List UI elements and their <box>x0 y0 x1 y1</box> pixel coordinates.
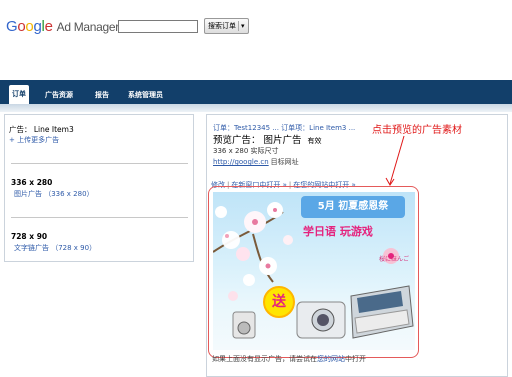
target-url-link[interactable]: http://google.cn <box>213 158 269 166</box>
creative-size: 336 x 280 <box>11 178 53 187</box>
upload-more-creatives-link[interactable]: + 上传更多广告 <box>9 135 59 145</box>
annotation-arrow-icon <box>385 135 405 186</box>
search-orders-button[interactable]: 搜索订单 ▾ <box>204 18 249 34</box>
ad-gift-badge: 送 <box>263 286 295 318</box>
creative-link-image[interactable]: 图片广告 （336 x 280） <box>14 189 94 199</box>
fallback-note-suffix: 中打开 <box>345 355 366 363</box>
tab-reports[interactable]: 报告 <box>92 88 112 102</box>
divider <box>11 217 188 218</box>
your-site-link[interactable]: 您的网站 <box>317 355 345 363</box>
tab-orders[interactable]: 订单 <box>9 85 29 104</box>
status-text: 有效 <box>307 137 322 145</box>
fallback-note: 如果上面没有显示广告，请尝试在您的网站中打开 <box>212 354 366 364</box>
page-title: 预览广告： 图片广告 有效 <box>213 132 322 146</box>
main-nav-bar <box>0 80 512 104</box>
creative-link-text[interactable]: 文字链广告 （728 x 90） <box>14 243 96 253</box>
search-orders-label: 搜索订单 <box>208 22 236 30</box>
ad-slogan: 学日语 玩游戏 <box>303 225 373 238</box>
ad-creative-preview[interactable]: 5月 初夏感恩祭 学日语 玩游戏 桜にほんご 送 <box>213 192 415 350</box>
divider <box>11 163 188 164</box>
tab-admin[interactable]: 系统管理员 <box>125 88 166 102</box>
actual-size-text: 336 x 280 实际尺寸 <box>213 147 279 155</box>
google-ad-manager-logo[interactable]: Google Ad Manager <box>6 18 119 35</box>
order-search-input[interactable] <box>118 20 198 33</box>
ad-brand-logo: 桜にほんご <box>379 256 410 263</box>
preview-title-text: 预览广告： 图片广告 <box>213 135 302 146</box>
creative-size: 728 x 90 <box>11 232 48 241</box>
target-url-row: http://google.cn 目标网址 <box>213 157 299 167</box>
fallback-note-text: 如果上面没有显示广告，请尝试在 <box>212 355 317 363</box>
tab-inventory[interactable]: 广告资源 <box>42 88 76 102</box>
ad-month-banner: 5月 初夏感恩祭 <box>301 196 405 218</box>
target-url-label: 目标网址 <box>270 158 299 166</box>
chevron-down-icon[interactable]: ▾ <box>241 22 245 30</box>
nav-shadow <box>0 104 512 112</box>
line-item-title: 广告： Line Item3 <box>9 125 74 134</box>
